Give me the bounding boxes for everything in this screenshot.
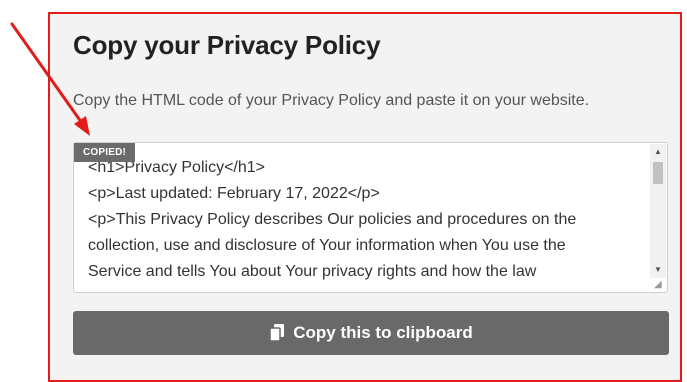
annotation-arrow-icon [10,22,90,136]
